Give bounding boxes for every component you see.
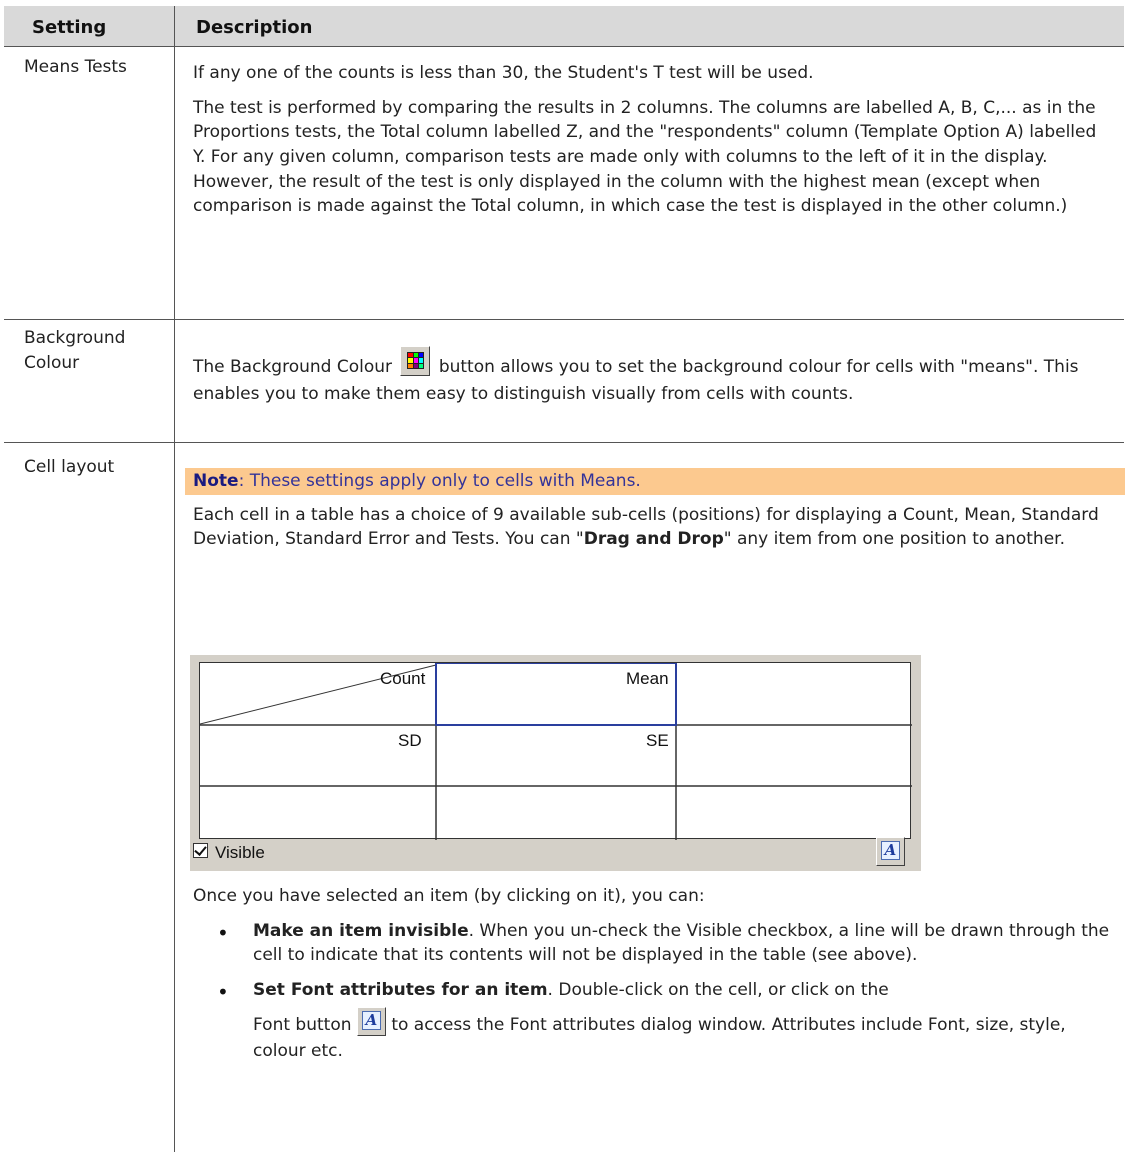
background-colour-description: The Background Colour button allows you … xyxy=(193,346,1113,407)
paragraph: If any one of the counts is less than 30… xyxy=(193,63,814,83)
palette-icon[interactable] xyxy=(400,346,431,376)
cell-count[interactable]: Count xyxy=(380,667,425,692)
font-icon[interactable]: A xyxy=(876,837,905,866)
cell-layout-description: Note: These settings apply only to cells… xyxy=(185,468,1125,562)
settings-table: Setting Description Means Tests If any o… xyxy=(0,0,1125,1152)
row-divider xyxy=(4,46,1124,47)
table-header: Setting Description xyxy=(4,6,1124,46)
bullet-title: Set Font attributes for an item xyxy=(253,979,548,1000)
column-divider xyxy=(174,6,175,1152)
note-text: : These settings apply only to cells wit… xyxy=(238,471,641,491)
cell-layout-editor: Count Mean SD SE xyxy=(190,655,921,871)
row-divider xyxy=(4,442,1124,443)
bg-text-before: The Background Colour xyxy=(193,357,393,377)
setting-cell-layout: Cell layout xyxy=(24,457,115,477)
row-divider xyxy=(4,319,1124,320)
cell-grid-lines xyxy=(200,663,912,840)
note-banner: Note: These settings apply only to cells… xyxy=(185,468,1125,495)
bullet-text-font: Font button xyxy=(253,1014,352,1035)
cell-sd[interactable]: SD xyxy=(398,729,422,754)
setting-background-colour: Background Colour xyxy=(24,328,126,373)
visible-label: Visible xyxy=(215,843,265,862)
visible-checkbox[interactable] xyxy=(193,843,208,858)
means-tests-description: If any one of the counts is less than 30… xyxy=(193,61,1113,229)
paragraph: The test is performed by comparing the r… xyxy=(193,97,1097,217)
cell-se[interactable]: SE xyxy=(646,729,669,754)
list-item: Set Font attributes for an item. Double-… xyxy=(193,978,1113,1064)
list-item: Make an item invisible. When you un-chec… xyxy=(193,919,1113,968)
actions-intro: Once you have selected an item (by click… xyxy=(193,886,705,906)
cell-layout-actions: Once you have selected an item (by click… xyxy=(193,884,1113,1074)
bullet-text: . Double-click on the cell, or click on … xyxy=(547,979,889,1000)
header-setting: Setting xyxy=(32,17,107,38)
actions-list: Make an item invisible. When you un-chec… xyxy=(193,919,1113,1064)
setting-means-tests: Means Tests xyxy=(24,57,127,77)
intro-text-end: " any item from one position to another. xyxy=(723,529,1065,550)
note-label: Note xyxy=(193,471,239,491)
bullet-title: Make an item invisible xyxy=(253,920,469,941)
drag-and-drop-label: Drag and Drop xyxy=(583,529,724,550)
cell-mean[interactable]: Mean xyxy=(626,667,669,692)
cell-layout-intro: Each cell in a table has a choice of 9 a… xyxy=(193,503,1113,552)
header-description: Description xyxy=(196,17,313,38)
font-icon[interactable]: A xyxy=(356,1007,386,1037)
cell-grid: Count Mean SD SE xyxy=(199,662,912,840)
